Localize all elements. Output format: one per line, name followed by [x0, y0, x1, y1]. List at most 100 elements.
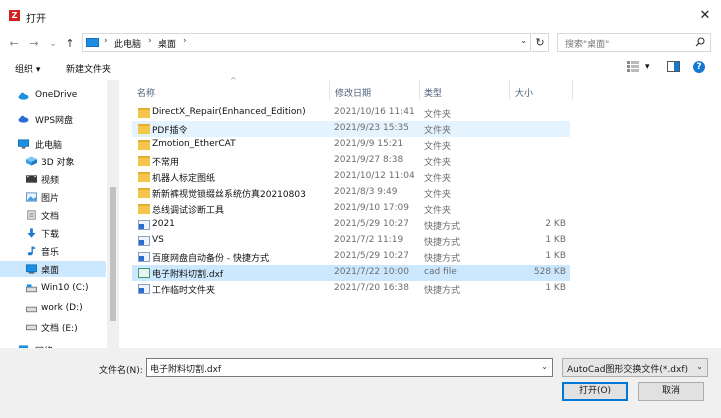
view-options-icon[interactable] — [627, 61, 639, 72]
column-header-name[interactable]: 名称 — [137, 86, 155, 99]
navigation-pane: OneDrive WPS网盘 此电脑 3D 对象 视频 图片 文档 下载 音乐 … — [0, 80, 120, 348]
sidebar-item-label: 视频 — [41, 176, 60, 186]
file-name: Zmotion_EtherCAT — [152, 139, 236, 149]
file-type: 文件夹 — [424, 190, 452, 200]
file-type: 文件夹 — [424, 110, 452, 120]
view-dropdown-icon[interactable]: ▾ — [645, 62, 650, 72]
search-box[interactable]: 搜索"桌面" — [557, 33, 711, 52]
file-type: 文件夹 — [424, 126, 452, 136]
column-divider[interactable] — [572, 80, 573, 100]
file-row[interactable]: PDF插令 2021/9/23 15:35 文件夹 — [132, 121, 570, 137]
file-type: 文件夹 — [424, 158, 452, 168]
file-name: 电子附料切割.dxf — [152, 270, 224, 280]
filetype-dropdown-icon[interactable]: ⌄ — [696, 362, 703, 371]
app-logo-icon: Z — [9, 10, 20, 21]
file-type: cad file — [424, 267, 457, 277]
file-name: 不常用 — [152, 158, 180, 168]
file-date: 2021/10/12 11:04 — [334, 171, 415, 181]
sidebar-item-onedrive[interactable]: OneDrive — [0, 88, 106, 104]
organize-menu[interactable]: 组织 ▾ — [15, 62, 40, 75]
cancel-button[interactable]: 取消 — [638, 382, 704, 401]
file-type: 快捷方式 — [424, 254, 461, 264]
3d-objects-icon — [26, 156, 37, 166]
sidebar-item-3d-objects[interactable]: 3D 对象 — [0, 153, 106, 169]
title-bar: Z 打开 ✕ — [0, 0, 721, 32]
sidebar-item-documents[interactable]: 文档 — [0, 207, 106, 223]
search-input[interactable]: 搜索"桌面" — [565, 37, 609, 50]
this-pc-icon — [86, 38, 99, 47]
forward-button[interactable]: → — [26, 37, 42, 51]
filetype-value: AutoCad图形交换文件(*.dxf) — [567, 365, 688, 375]
sidebar-item-downloads[interactable]: 下载 — [0, 225, 106, 241]
file-row[interactable]: VS 2021/7/2 11:19 快捷方式 1 KB — [132, 233, 570, 249]
sidebar-item-drive-d[interactable]: work (D:) — [0, 301, 106, 317]
file-row[interactable]: 百度网盘自动备份 - 快捷方式 2021/5/29 10:27 快捷方式 1 K… — [132, 249, 570, 265]
folder-icon — [138, 140, 150, 150]
column-header-type[interactable]: 类型 — [424, 86, 442, 99]
column-header-size[interactable]: 大小 — [515, 86, 533, 99]
recent-locations-button[interactable]: ⌄ — [45, 37, 61, 51]
file-row[interactable]: 不常用 2021/9/27 8:38 文件夹 — [132, 153, 570, 169]
sidebar-item-drive-e[interactable]: 文档 (E:) — [0, 319, 106, 335]
open-button[interactable]: 打开(O) — [562, 382, 628, 401]
file-row[interactable]: 电子附料切割.dxf 2021/7/22 10:00 cad file 528 … — [132, 265, 570, 281]
file-type: 文件夹 — [424, 206, 452, 216]
address-bar[interactable]: › 此电脑 › 桌面 › ⌄ — [82, 33, 531, 52]
filetype-select[interactable]: AutoCad图形交换文件(*.dxf) ⌄ — [562, 358, 708, 377]
file-size: 528 KB — [533, 267, 566, 277]
file-row[interactable]: 2021 2021/5/29 10:27 快捷方式 2 KB — [132, 217, 570, 233]
file-row[interactable]: 总线调试诊断工具 2021/9/10 17:09 文件夹 — [132, 201, 570, 217]
file-row[interactable]: 工作临时文件夹 2021/7/20 16:38 快捷方式 1 KB — [132, 281, 570, 297]
search-icon[interactable] — [695, 37, 705, 47]
sidebar-item-this-pc[interactable]: 此电脑 — [0, 136, 106, 152]
sidebar-item-pictures[interactable]: 图片 — [0, 189, 106, 205]
sidebar-item-label: 此电脑 — [35, 141, 63, 151]
help-icon[interactable]: ? — [693, 61, 705, 73]
file-row[interactable]: Zmotion_EtherCAT 2021/9/9 15:21 文件夹 — [132, 137, 570, 153]
filename-value[interactable]: 电子附料切割.dxf — [150, 362, 221, 375]
close-button[interactable]: ✕ — [695, 6, 715, 26]
sidebar-item-wps-cloud[interactable]: WPS网盘 — [0, 111, 106, 127]
file-row[interactable]: DirectX_Repair(Enhanced_Edition) 2021/10… — [132, 105, 570, 121]
file-type: 快捷方式 — [424, 222, 461, 232]
filename-dropdown-icon[interactable]: ⌄ — [541, 362, 548, 371]
breadcrumb-separator: › — [104, 36, 108, 46]
cloud-icon — [18, 92, 29, 100]
shortcut-icon — [138, 284, 150, 294]
sidebar-item-drive-c[interactable]: Win10 (C:) — [0, 281, 106, 297]
breadcrumb-separator: › — [148, 36, 152, 46]
preview-pane-icon[interactable] — [667, 61, 680, 72]
folder-icon — [138, 156, 150, 166]
file-name: 百度网盘自动备份 - 快捷方式 — [152, 254, 269, 264]
drive-icon — [26, 306, 37, 313]
new-folder-button[interactable]: 新建文件夹 — [66, 62, 111, 75]
shortcut-icon — [138, 236, 150, 246]
up-button[interactable]: ↑ — [62, 37, 78, 51]
file-date: 2021/9/23 15:35 — [334, 123, 409, 133]
filename-input[interactable]: 电子附料切割.dxf ⌄ — [146, 358, 553, 377]
file-size: 1 KB — [545, 283, 566, 293]
file-type: 文件夹 — [424, 174, 452, 184]
file-type: 快捷方式 — [424, 286, 461, 296]
file-row[interactable]: 机器人标定图纸 2021/10/12 11:04 文件夹 — [132, 169, 570, 185]
navigation-scrollbar[interactable] — [107, 80, 119, 348]
breadcrumb-this-pc[interactable]: 此电脑 — [114, 37, 141, 50]
column-divider[interactable] — [509, 80, 510, 100]
file-row[interactable]: 新新裤视觉锁缀丝系统仿真20210803 2021/8/3 9:49 文件夹 — [132, 185, 570, 201]
sidebar-item-videos[interactable]: 视频 — [0, 171, 106, 187]
wps-cloud-icon — [18, 115, 29, 123]
column-divider[interactable] — [329, 80, 330, 100]
column-divider[interactable] — [419, 80, 420, 100]
back-button[interactable]: ← — [6, 37, 22, 51]
filename-label: 文件名(N): — [99, 366, 143, 376]
column-header-date[interactable]: 修改日期 — [335, 86, 371, 99]
file-date: 2021/5/29 10:27 — [334, 251, 409, 261]
scrollbar-thumb[interactable] — [110, 187, 116, 321]
sidebar-item-label: WPS网盘 — [35, 116, 74, 126]
file-name: 机器人标定图纸 — [152, 174, 216, 184]
address-dropdown-icon[interactable]: ⌄ — [520, 36, 527, 45]
sidebar-item-desktop[interactable]: 桌面 — [0, 261, 106, 277]
breadcrumb-desktop[interactable]: 桌面 — [158, 37, 176, 50]
refresh-button[interactable]: ↻ — [532, 33, 549, 52]
sidebar-item-music[interactable]: 音乐 — [0, 243, 106, 259]
